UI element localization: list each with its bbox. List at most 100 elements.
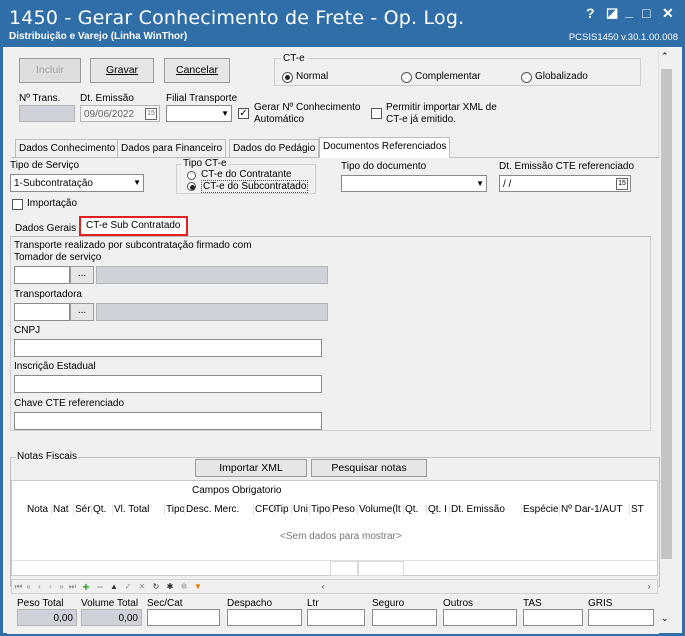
grid-column-headers: Nota Nat Sér Qt. Vl. Total Tipo Desc. Merc. CFO… [12, 502, 657, 520]
scroll-left-icon[interactable]: ‹ [318, 580, 328, 594]
tipo-cte-contratante-radio[interactable] [187, 171, 196, 180]
column-header[interactable]: Vl. Total [112, 504, 149, 515]
column-header[interactable]: ST [629, 504, 644, 515]
tomador-lookup-button[interactable]: ... [70, 266, 94, 284]
scroll-right-icon[interactable]: › [644, 580, 654, 594]
next-icon[interactable]: › [46, 580, 55, 594]
scroll-up-icon[interactable]: ⌃ [661, 51, 669, 62]
tas-field[interactable] [523, 609, 583, 626]
chave-field[interactable] [14, 412, 322, 430]
up-icon[interactable]: ▲ [108, 580, 120, 594]
permitir-label: Permitir importar XML de CT-e já emitido… [386, 102, 497, 125]
column-header[interactable]: Nota [26, 504, 48, 515]
gerar-checkbox[interactable]: ✓ [238, 108, 249, 119]
sec-cat-field[interactable] [147, 609, 220, 626]
asterisk-icon[interactable]: ✱ [164, 580, 176, 594]
vertical-scrollbar[interactable]: ⌃ ⌄ [658, 51, 674, 629]
last-icon[interactable]: ⏭ [68, 580, 77, 594]
column-header[interactable]: Qt. [91, 504, 106, 515]
dt-emissao-ref-value: / / [503, 179, 512, 190]
first-icon[interactable]: ⏮ [14, 580, 23, 594]
importar-xml-button[interactable]: Importar XML [195, 459, 307, 477]
dt-emissao-ref-field[interactable]: / / 15 [499, 175, 631, 192]
column-header[interactable]: Tipo [309, 504, 330, 515]
scroll-thumb[interactable] [661, 69, 672, 559]
column-header[interactable]: Tip [273, 504, 289, 515]
tab-dados-conhecimento[interactable]: Dados Conhecimento [15, 139, 120, 157]
add-icon[interactable]: + [80, 580, 92, 594]
transportadora-lookup-button[interactable]: ... [70, 303, 94, 321]
next-page-icon[interactable]: » [57, 580, 66, 594]
grid-footer-cell [330, 561, 358, 576]
tomador-label: Tomador de serviço [14, 252, 102, 263]
column-header[interactable]: Dt. Emissão [449, 504, 505, 515]
tipo-cte-subcontratado-radio[interactable] [187, 182, 196, 191]
remove-icon[interactable]: − [94, 580, 106, 594]
ie-field[interactable] [14, 375, 322, 393]
title-bar[interactable]: 1450 - Gerar Conhecimento de Frete - Op.… [3, 3, 682, 47]
column-header[interactable]: Qt. I [426, 504, 447, 515]
filial-select[interactable]: ▼ [166, 105, 232, 122]
pesquisar-notas-button[interactable]: Pesquisar notas [311, 459, 427, 477]
close-icon[interactable]: ✕ [662, 5, 674, 22]
tas-label: TAS [523, 598, 542, 609]
ntrans-field[interactable] [19, 105, 75, 122]
tab-documentos-referenciados[interactable]: Documentos Referenciados [319, 137, 451, 158]
minimize-icon[interactable]: _ [625, 3, 633, 19]
prev-icon[interactable]: ‹ [35, 580, 44, 594]
despacho-label: Despacho [227, 598, 273, 609]
calendar-icon[interactable]: 15 [616, 178, 628, 190]
tipo-servico-select[interactable]: 1-Subcontratação ▼ [10, 174, 144, 192]
column-header[interactable]: Nat [51, 504, 69, 515]
notas-legend: Notas Fiscais [16, 451, 79, 462]
help-icon[interactable]: ? [586, 5, 595, 21]
column-header[interactable]: Peso [330, 504, 355, 515]
column-header[interactable]: Desc. Merc. [184, 504, 239, 515]
column-header[interactable]: Tipo [164, 504, 185, 515]
cte-legend: CT-e [281, 53, 307, 64]
column-header[interactable]: Qt. [403, 504, 418, 515]
column-header[interactable]: Uni [291, 504, 308, 515]
filter-icon[interactable]: ▼ [192, 580, 204, 594]
check-icon[interactable]: ✓ [122, 580, 134, 594]
column-header[interactable]: Espécie [521, 504, 559, 515]
ltr-field[interactable] [307, 609, 365, 626]
tab-cte-sub-contratado[interactable]: CT-e Sub Contratado [79, 216, 188, 236]
outros-field[interactable] [443, 609, 517, 626]
tab-dados-financeiro[interactable]: Dados para Financeiro [117, 139, 227, 157]
incluir-button[interactable]: Incluir [19, 58, 81, 83]
tab-dados-pedagio[interactable]: Dados do Pedágio [229, 139, 320, 157]
tomador-code-field[interactable] [14, 266, 70, 284]
cte-globalizado-radio[interactable] [521, 72, 532, 83]
cte-normal-radio[interactable] [282, 72, 293, 83]
refresh-icon[interactable]: ↻ [150, 580, 162, 594]
volume-total-label: Volume Total [81, 598, 139, 609]
gris-field[interactable] [588, 609, 654, 626]
tipo-doc-select[interactable]: ▼ [341, 175, 487, 192]
dtemissao-field[interactable]: 09/06/2022 15 [80, 105, 160, 122]
dtemissao-label: Dt. Emissão [80, 93, 134, 104]
scroll-down-icon[interactable]: ⌄ [661, 613, 669, 624]
bookmark-icon[interactable]: ✲ [178, 580, 190, 594]
column-header[interactable]: Volume(lt [357, 504, 401, 515]
cnpj-field[interactable] [14, 339, 322, 357]
cancel-icon[interactable]: ✕ [136, 580, 148, 594]
despacho-field[interactable] [227, 609, 302, 626]
prev-page-icon[interactable]: « [24, 580, 33, 594]
calendar-icon[interactable]: 15 [145, 108, 157, 120]
cte-complementar-radio[interactable] [401, 72, 412, 83]
grid-group-header: Campos Obrigatorio [192, 485, 282, 496]
transportadora-code-field[interactable] [14, 303, 70, 321]
subcontratado-panel: Transporte realizado por subcontratação … [10, 236, 651, 431]
cancelar-button[interactable]: Cancelar [164, 58, 230, 83]
column-header[interactable]: Sér [73, 504, 91, 515]
restore-icon[interactable]: ◪ [606, 5, 618, 21]
seguro-field[interactable] [372, 609, 437, 626]
permitir-checkbox[interactable] [371, 108, 382, 119]
column-header[interactable]: Nº Dar-1/AUT [559, 504, 622, 515]
importacao-checkbox[interactable] [12, 199, 23, 210]
gravar-button[interactable]: Gravar [90, 58, 154, 83]
maximize-icon[interactable]: □ [642, 5, 650, 21]
gerar-label: Gerar Nº Conhecimento Automático [254, 102, 361, 125]
cte-globalizado-label: Globalizado [535, 71, 588, 82]
